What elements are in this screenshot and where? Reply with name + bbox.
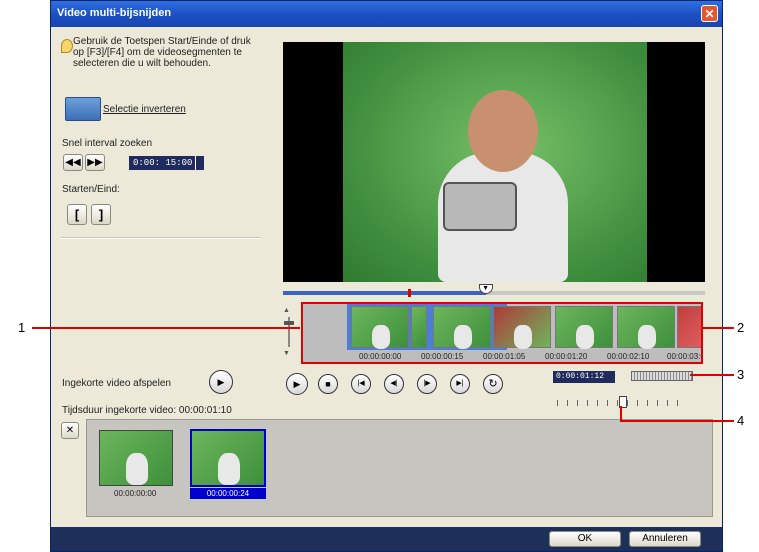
interval-input[interactable]: 0:00: 15:00 <box>129 156 195 170</box>
delete-clip-button[interactable]: ✕ <box>61 422 79 439</box>
frame-person <box>454 325 472 349</box>
frame-person <box>514 325 532 349</box>
filmstrip-timecode: 00:00:01:20 <box>545 352 588 361</box>
filmstrip-frame <box>433 306 491 349</box>
previous-frame-button[interactable]: ◀| <box>384 374 404 394</box>
callout-3-line <box>690 374 734 376</box>
callout-2-line <box>702 327 734 329</box>
close-button[interactable]: ✕ <box>701 5 718 22</box>
start-end-label: Starten/Eind: <box>62 184 120 195</box>
callout-1: 1 <box>18 320 26 335</box>
dialog-button-bar <box>51 527 722 551</box>
callout-1-line <box>32 327 300 329</box>
info-icon <box>61 39 73 53</box>
jog-wheel[interactable] <box>631 371 693 381</box>
duration-value: 00:00:01:10 <box>178 405 232 416</box>
mark-end-button[interactable]: ] <box>91 204 111 225</box>
clip-person <box>218 453 240 485</box>
callout-3: 3 <box>737 367 745 382</box>
play-trimmed-button[interactable]: ▶ <box>209 370 233 394</box>
invert-selection-icon[interactable] <box>65 97 101 121</box>
filmstrip-frame <box>617 306 675 349</box>
go-to-start-button[interactable]: |◀ <box>351 374 371 394</box>
go-to-end-button[interactable]: ▶| <box>450 374 470 394</box>
fast-forward-icon: ▶▶ <box>87 157 103 168</box>
mark-start-button[interactable]: [ <box>67 204 87 225</box>
filmstrip-timecode: 00:00:03:0 <box>667 352 703 361</box>
callout-4: 4 <box>737 413 745 428</box>
clip-timecode: 00:00:00:00 <box>114 489 157 498</box>
stop-button[interactable]: ■ <box>318 374 338 394</box>
repeat-button[interactable]: ↻ <box>483 374 503 394</box>
duration-label: Tijdsduur ingekorte video: <box>62 405 177 416</box>
title-bar: Video multi-bijsnijden ✕ <box>51 1 722 27</box>
preview-frame <box>343 42 647 282</box>
ok-button[interactable]: OK <box>549 531 621 547</box>
playback-progress-fill <box>283 291 486 295</box>
rewind-button[interactable]: ◀◀ <box>63 154 83 171</box>
instructions-text: Gebruik de Toetspen Start/Einde of druk … <box>73 36 251 69</box>
preview-face <box>468 90 538 172</box>
filmstrip-timecode: 00:00:02:10 <box>607 352 650 361</box>
clip-list-scrollbar[interactable] <box>86 509 713 515</box>
filmstrip-frame <box>411 306 427 348</box>
clip-person <box>126 453 148 485</box>
filmstrip-timecode: 00:00:00:15 <box>421 352 464 361</box>
film-play-icon: ▶ <box>217 377 225 387</box>
play-trimmed-label: Ingekorte video afspelen <box>62 378 171 389</box>
next-frame-button[interactable]: |▶ <box>417 374 437 394</box>
rewind-icon: ◀◀ <box>65 157 81 168</box>
timecode-input[interactable]: 0:00:01:12 <box>553 371 615 383</box>
frame-person <box>576 325 594 349</box>
left-divider <box>61 237 261 239</box>
video-preview <box>283 42 705 282</box>
interval-spinner[interactable] <box>195 156 204 170</box>
zoom-out-icon: ▼ <box>283 350 290 357</box>
frame-person <box>372 325 390 349</box>
filmstrip-frame <box>555 306 613 349</box>
zoom-in-icon: ▲ <box>283 307 290 314</box>
callout-4-line <box>620 406 622 421</box>
duration-text: Tijdsduur ingekorte video: 00:00:01:10 <box>62 405 232 416</box>
preview-camcorder <box>443 182 517 231</box>
filmstrip-frame <box>351 306 409 349</box>
cancel-button[interactable]: Annuleren <box>629 531 701 547</box>
callout-4-line-horizontal <box>620 420 734 422</box>
filmstrip-timecode: 00:00:00:00 <box>359 352 402 361</box>
video-multi-trim-window: Video multi-bijsnijden ✕ Gebruik de Toet… <box>50 0 723 552</box>
interval-label: Snel interval zoeken <box>62 138 153 149</box>
progress-start-marker <box>408 289 411 297</box>
clip-timecode-selected: 00:00:00:24 <box>190 488 266 499</box>
play-button[interactable]: ▶ <box>286 373 308 395</box>
clip-thumbnail-selected[interactable] <box>190 429 266 487</box>
callout-2: 2 <box>737 320 745 335</box>
filmstrip[interactable]: 00:00:00:00 00:00:00:15 00:00:01:05 00:0… <box>301 302 703 364</box>
frame-person <box>638 325 656 349</box>
fast-forward-button[interactable]: ▶▶ <box>85 154 105 171</box>
invert-selection-button[interactable]: Selectie inverteren <box>103 104 186 115</box>
zoom-handle[interactable] <box>284 321 294 325</box>
filmstrip-timecode: 00:00:01:05 <box>483 352 526 361</box>
filmstrip-frame <box>677 306 701 348</box>
window-title: Video multi-bijsnijden <box>57 7 172 19</box>
clip-list: 00:00:00:00 00:00:00:24 <box>86 419 713 517</box>
filmstrip-frame <box>493 306 551 349</box>
clip-thumbnail[interactable] <box>99 430 173 486</box>
